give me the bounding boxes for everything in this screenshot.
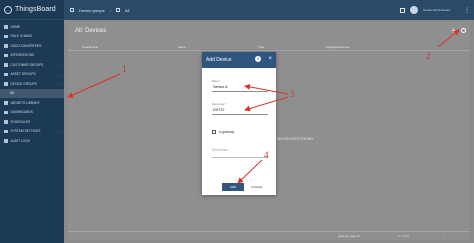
annotation-label-4: 4 <box>264 150 269 160</box>
sidebar-item-rule-chains[interactable]: RULE CHAINS <box>0 32 64 42</box>
device-type-value[interactable]: DHT22 <box>213 108 224 112</box>
sidebar-item-asset-groups[interactable]: ASSET GROUPS ⌄ <box>0 70 64 80</box>
help-icon[interactable]: ? <box>255 56 261 62</box>
sidebar-item-icon <box>4 34 8 38</box>
sidebar-item-icon <box>4 139 8 143</box>
column-created-time[interactable]: Created time <box>82 45 98 49</box>
cancel-button[interactable]: CANCEL <box>247 183 267 191</box>
device-group-icon <box>70 8 74 12</box>
sidebar-item-label: SCHEDULER <box>10 119 31 124</box>
sidebar: ThingsBoard HOME RULE CHAINS DATA CONVERTE… <box>0 0 64 243</box>
sidebar-nav: HOME RULE CHAINS DATA CONVERTERS INTEGRATIO… <box>0 20 64 146</box>
search-icon[interactable] <box>461 28 466 33</box>
sidebar-item-label: DATA CONVERTERS <box>10 43 42 48</box>
sidebar-item-device-groups[interactable]: DEVICE GROUPS ⌄ <box>0 79 64 89</box>
sidebar-item-icon <box>4 53 8 57</box>
chevron-down-icon[interactable]: ⌄ <box>57 130 60 134</box>
sidebar-item-label: DASHBOARDS <box>10 110 33 115</box>
add-device-plus-icon[interactable]: + <box>451 27 456 35</box>
sidebar-item-label: INTEGRATIONS <box>10 53 35 58</box>
sidebar-item-data-converters[interactable]: DATA CONVERTERS <box>0 41 64 51</box>
add-device-dialog: Add Device ? × Name * Sensor A Device ty… <box>202 52 276 195</box>
sidebar-item-audit-logs[interactable]: AUDIT LOGS <box>0 136 64 146</box>
sidebar-item-label: All <box>10 91 14 96</box>
device-type-label: Device type * <box>212 103 227 106</box>
dialog-header: Add Device ? × <box>202 52 276 68</box>
sidebar-item-label: SYSTEM SETTINGS <box>10 129 41 134</box>
gateway-row: Is gateway <box>212 130 234 134</box>
chevron-down-icon[interactable]: ⌄ <box>57 82 60 86</box>
annotation-label-2: 2 <box>426 51 431 61</box>
fullscreen-icon[interactable] <box>400 7 405 13</box>
sidebar-item-label: ASSET GROUPS <box>10 72 36 77</box>
user-role: Tenant Administrator <box>423 8 451 12</box>
next-page-icon[interactable]: › <box>458 235 459 238</box>
sidebar-item-icon <box>4 82 8 86</box>
paginator: Items per page: 10 0 – 0 of 0 ‹ › <box>68 231 470 240</box>
empty-table-message: NO DEVICES FOUND <box>277 137 313 141</box>
items-per-page[interactable]: Items per page: 10 <box>338 235 360 238</box>
sidebar-item-home[interactable]: HOME <box>0 22 64 32</box>
sidebar-item-scheduler[interactable]: SCHEDULER <box>0 117 64 127</box>
sidebar-item-integrations[interactable]: INTEGRATIONS <box>0 51 64 61</box>
app-logo[interactable]: ThingsBoard <box>0 0 64 20</box>
sidebar-item-label: DEVICE GROUPS <box>10 81 38 86</box>
thingsboard-logo-icon <box>4 5 12 14</box>
breadcrumb-device-groups[interactable]: Device groups <box>79 8 105 13</box>
column-type[interactable]: Type <box>258 45 264 49</box>
sidebar-item-customer-groups[interactable]: CUSTOMER GROUPS ⌄ <box>0 60 64 70</box>
gateway-checkbox[interactable] <box>212 130 216 134</box>
page-range: 0 – 0 of 0 <box>398 235 409 238</box>
breadcrumb-current: All <box>124 7 130 13</box>
sidebar-item-icon <box>4 25 8 29</box>
annotation-label-3: 3 <box>290 89 295 99</box>
name-label: Name * <box>212 80 220 83</box>
sidebar-item-all[interactable]: All <box>0 88 64 98</box>
sidebar-item-icon <box>4 129 8 133</box>
sidebar-item-icon <box>4 110 8 114</box>
chevron-down-icon[interactable]: ⌄ <box>57 73 60 77</box>
column-name[interactable]: Name <box>178 45 185 49</box>
more-vert-icon[interactable]: ⋮ <box>464 7 474 14</box>
page-title: All: Devices <box>75 28 107 34</box>
name-field[interactable]: Name * Sensor A <box>212 80 268 92</box>
sidebar-item-icon <box>4 72 8 76</box>
name-value[interactable]: Sensor A <box>213 85 228 89</box>
close-icon[interactable]: × <box>268 55 272 63</box>
sidebar-item-label: HOME <box>10 24 21 29</box>
sidebar-item-label: RULE CHAINS <box>10 34 32 39</box>
avatar[interactable] <box>410 6 418 14</box>
add-button[interactable]: ADD <box>222 183 244 191</box>
top-bar: Device groups › All Tenant Administrator… <box>64 0 474 20</box>
sidebar-item-label: CUSTOMER GROUPS <box>10 62 44 67</box>
sidebar-item-label: WIDGETS LIBRARY <box>10 100 40 105</box>
column-assigned-customer[interactable]: Assigned customer <box>326 45 350 49</box>
breadcrumb-separator: › <box>109 7 111 13</box>
sidebar-item-icon <box>4 63 8 67</box>
chevron-down-icon[interactable]: ⌄ <box>57 63 60 67</box>
sidebar-item-widgets-library[interactable]: WIDGETS LIBRARY <box>0 98 64 108</box>
description-field[interactable]: Description <box>212 148 268 158</box>
sidebar-item-system-settings[interactable]: SYSTEM SETTINGS ⌄ <box>0 127 64 137</box>
sidebar-item-icon <box>4 44 8 48</box>
sidebar-item-label: AUDIT LOGS <box>10 138 30 143</box>
sidebar-item-dashboards[interactable]: DASHBOARDS <box>0 108 64 118</box>
sidebar-item-icon <box>4 101 8 105</box>
dialog-title: Add Device <box>206 57 232 63</box>
table-header: Created time Name Type Assigned customer <box>68 42 470 51</box>
annotation-label-1: 1 <box>122 64 127 74</box>
device-type-field[interactable]: Device type * DHT22 <box>212 103 268 115</box>
gateway-label: Is gateway <box>219 130 235 134</box>
app-name: ThingsBoard <box>15 6 56 13</box>
device-group-all-icon <box>115 8 120 12</box>
prev-page-icon[interactable]: ‹ <box>443 235 444 238</box>
sidebar-item-icon <box>4 120 8 124</box>
